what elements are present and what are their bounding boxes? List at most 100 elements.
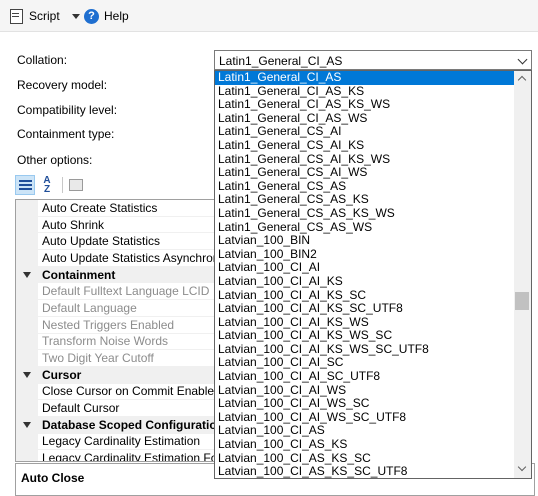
collation-dropdown-list[interactable]: Latin1_General_CI_AS Latin1_General_CI_AS…: [214, 70, 532, 479]
collation-option[interactable]: Latin1_General_CI_AS_KS: [215, 84, 514, 99]
collation-label: Collation:: [17, 53, 68, 67]
alphabetical-button[interactable]: AZ: [37, 175, 57, 195]
grid-gutter[interactable]: [16, 366, 38, 383]
collation-option[interactable]: Latvian_100_CI_AI_SC: [215, 356, 514, 370]
collation-option[interactable]: Latin1_General_CS_AS_KS_WS: [215, 206, 514, 221]
grid-row-label: Default Cursor: [42, 401, 120, 416]
collation-option[interactable]: Latin1_General_CS_AI: [215, 125, 514, 139]
collation-option[interactable]: Latin1_General_CS_AI_KS: [215, 138, 514, 153]
sort-alphabetical-icon: AZ: [43, 175, 51, 195]
collation-option[interactable]: Latin1_General_CS_AS: [215, 179, 514, 194]
toolbar-separator: [62, 177, 63, 193]
collation-option[interactable]: Latvian_100_CI_AI_KS_WS_SC: [215, 329, 514, 343]
collation-option[interactable]: Latvian_100_CI_AI_WS_SC_UTF8: [215, 410, 514, 425]
grid-gutter[interactable]: [16, 266, 38, 283]
collation-option[interactable]: Latvian_100_CI_AI_KS_SC: [215, 288, 514, 303]
collation-option[interactable]: Latvian_100_BIN2: [215, 247, 514, 262]
grid-row-label: Auto Shrink: [42, 217, 105, 232]
collation-option[interactable]: Latin1_General_CI_AS: [215, 71, 514, 85]
grid-row-label: Nested Triggers Enabled: [42, 317, 175, 332]
grid-property-row[interactable]: Close Cursor on Commit Enabled: [16, 383, 244, 401]
dropdown-scrollbar[interactable]: [514, 71, 531, 478]
grid-property-row[interactable]: Transform Noise Words: [16, 333, 244, 351]
grid-row-label: Database Scoped Configurations: [42, 417, 231, 432]
property-pages-icon: [69, 179, 83, 191]
help-button[interactable]: ? Help: [84, 7, 129, 25]
containment-type-label: Containment type:: [17, 127, 115, 141]
collation-option[interactable]: Latin1_General_CS_AI_WS: [215, 166, 514, 180]
grid-property-row[interactable]: Auto Update Statistics: [16, 233, 244, 251]
properties-grid[interactable]: Auto Create Statistics Auto Shrink Auto Up…: [15, 199, 245, 462]
scrollbar-thumb[interactable]: [515, 292, 529, 310]
script-icon: [8, 8, 24, 24]
grid-row-label: Containment: [42, 267, 116, 282]
grid-gutter: [16, 283, 38, 300]
property-toolbar: AZ: [15, 175, 88, 195]
grid-row-label: Auto Update Statistics: [42, 234, 161, 249]
grid-gutter: [16, 450, 38, 461]
grid-property-row[interactable]: Default Language: [16, 300, 244, 317]
grid-gutter: [16, 250, 38, 266]
collation-option[interactable]: Latvian_100_CI_AS: [215, 424, 514, 438]
grid-property-row[interactable]: Auto Shrink: [16, 216, 244, 234]
chevron-down-icon[interactable]: [71, 13, 80, 19]
collapse-triangle-icon[interactable]: [23, 271, 31, 278]
description-title: Auto Close: [21, 471, 85, 485]
grid-row-label: Default Language: [42, 300, 137, 315]
grid-row-label: Legacy Cardinality Estimation: [42, 434, 201, 449]
collation-option[interactable]: Latin1_General_CS_AI_KS_WS: [215, 152, 514, 167]
collation-option[interactable]: Latin1_General_CS_AS_WS: [215, 220, 514, 235]
grid-property-row[interactable]: Auto Create Statistics: [16, 200, 244, 217]
grid-property-row[interactable]: Legacy Cardinality Estimation For Second…: [16, 450, 244, 461]
grid-category-row[interactable]: Database Scoped Configurations: [16, 416, 244, 434]
grid-property-row[interactable]: Default Fulltext Language LCID: [16, 283, 244, 301]
script-button[interactable]: Script: [8, 7, 80, 25]
collation-option[interactable]: Latvian_100_CI_AI_KS_WS_SC_UTF8: [215, 342, 514, 357]
collation-option[interactable]: Latvian_100_BIN: [215, 234, 514, 248]
collation-option[interactable]: Latvian_100_CI_AI_SC_UTF8: [215, 369, 514, 384]
grid-row-label: Default Fulltext Language LCID: [42, 284, 210, 299]
collation-option[interactable]: Latvian_100_CI_AI_KS_WS: [215, 315, 514, 330]
collation-option[interactable]: Latvian_100_CI_AS_KS_SC_UTF8: [215, 465, 514, 478]
grid-row-label: Auto Create Statistics: [42, 200, 158, 215]
toolbar: Script ? Help: [0, 0, 538, 32]
collation-options: Latin1_General_CI_AS Latin1_General_CI_AS…: [215, 71, 514, 478]
property-pages-button[interactable]: [66, 175, 86, 195]
help-icon: ?: [84, 8, 99, 24]
scroll-down-icon[interactable]: [517, 462, 527, 472]
grid-property-row[interactable]: Nested Triggers Enabled: [16, 316, 244, 334]
scroll-up-icon[interactable]: [517, 75, 527, 85]
collation-option[interactable]: Latin1_General_CI_AS_KS_WS: [215, 98, 514, 112]
help-label: Help: [104, 9, 129, 23]
chevron-down-icon[interactable]: [517, 54, 528, 65]
collapse-triangle-icon[interactable]: [23, 421, 31, 428]
grid-gutter: [16, 433, 38, 450]
script-label: Script: [29, 9, 60, 23]
grid-gutter[interactable]: [16, 416, 38, 433]
grid-property-row[interactable]: Default Cursor: [16, 400, 244, 417]
grid-property-row[interactable]: Legacy Cardinality Estimation: [16, 433, 244, 451]
collation-option[interactable]: Latvian_100_CI_AI_KS: [215, 274, 514, 289]
collation-option[interactable]: Latvian_100_CI_AI: [215, 261, 514, 275]
collation-value: Latin1_General_CI_AS: [219, 54, 343, 68]
grid-row-label: Cursor: [42, 367, 82, 382]
collation-option[interactable]: Latin1_General_CS_AS_KS: [215, 193, 514, 207]
collation-option[interactable]: Latin1_General_CI_AS_WS: [215, 111, 514, 126]
grid-gutter: [16, 316, 38, 333]
collation-option[interactable]: Latvian_100_CI_AS_KS_SC: [215, 451, 514, 466]
collation-option[interactable]: Latvian_100_CI_AI_WS: [215, 383, 514, 398]
grid-gutter: [16, 400, 38, 416]
grid-gutter: [16, 300, 38, 316]
grid-row-label: Transform Noise Words: [42, 334, 169, 349]
collation-select[interactable]: Latin1_General_CI_AS: [214, 50, 532, 70]
grid-property-row[interactable]: Auto Update Statistics Asynchronously: [16, 250, 244, 267]
collation-option[interactable]: Latvian_100_CI_AI_KS_SC_UTF8: [215, 301, 514, 316]
grid-category-row[interactable]: Containment: [16, 266, 244, 284]
grid-category-row[interactable]: Cursor: [16, 366, 244, 384]
collapse-triangle-icon[interactable]: [23, 371, 31, 378]
categorized-button[interactable]: [15, 175, 35, 195]
grid-property-row[interactable]: Two Digit Year Cutoff: [16, 350, 244, 367]
grid-gutter: [16, 216, 38, 233]
collation-option[interactable]: Latvian_100_CI_AS_KS: [215, 437, 514, 452]
collation-option[interactable]: Latvian_100_CI_AI_WS_SC: [215, 397, 514, 411]
